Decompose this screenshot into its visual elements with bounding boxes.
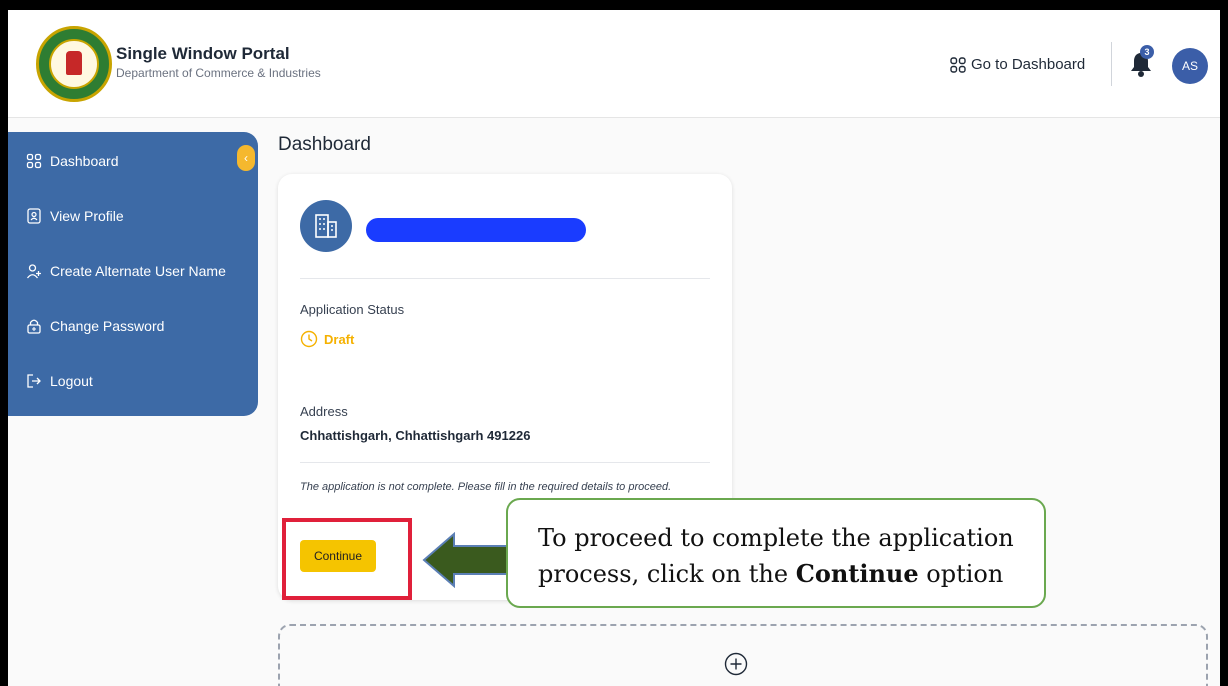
instruction-callout: To proceed to complete the application p… (506, 498, 1046, 608)
app-window: Single Window Portal Department of Comme… (8, 10, 1220, 686)
company-avatar (300, 200, 352, 252)
top-header: Single Window Portal Department of Comme… (8, 10, 1220, 118)
card-divider (300, 462, 710, 463)
incomplete-note: The application is not complete. Please … (300, 481, 672, 493)
sidebar-item-change-password[interactable]: Change Password (26, 318, 164, 334)
redacted-company-name (366, 218, 586, 242)
grid-icon (26, 153, 42, 169)
portal-title: Single Window Portal (116, 44, 290, 63)
page-title: Dashboard (278, 134, 371, 155)
callout-text-end: option (926, 560, 1004, 588)
logout-icon (27, 374, 41, 388)
card-divider (300, 278, 710, 279)
notification-count-badge: 3 (1140, 45, 1154, 59)
emblem-shield (66, 51, 82, 75)
status-badge: Draft (300, 330, 354, 348)
user-avatar[interactable]: AS (1172, 48, 1208, 84)
sidebar-item-create-alternate-user-name[interactable]: Create Alternate User Name (26, 263, 226, 279)
continue-highlight-box (282, 518, 412, 600)
add-user-icon (26, 264, 41, 279)
grid-icon (950, 56, 966, 73)
address-label: Address (300, 404, 348, 419)
chevron-left-icon: ‹ (244, 151, 248, 165)
application-status-label: Application Status (300, 302, 405, 317)
profile-icon (27, 208, 41, 224)
state-emblem-logo (36, 26, 112, 102)
lock-icon (27, 319, 41, 334)
sidebar-item-dashboard[interactable]: Dashboard (26, 153, 119, 169)
sidebar-item-view-profile[interactable]: View Profile (26, 208, 124, 224)
header-divider (1111, 42, 1112, 86)
portal-subtitle: Department of Commerce & Industries (116, 66, 321, 80)
building-icon (315, 214, 337, 238)
go-to-dashboard-link[interactable]: Go to Dashboard (950, 56, 1085, 73)
sidebar-collapse-button[interactable]: ‹ (237, 145, 255, 171)
sidebar-item-label: View Profile (50, 208, 124, 224)
sidebar-item-label: Logout (50, 373, 93, 389)
sidebar-item-logout[interactable]: Logout (26, 373, 93, 389)
emblem-inner (49, 39, 99, 89)
sidebar-item-label: Change Password (50, 318, 165, 334)
status-value: Draft (324, 331, 355, 347)
clock-icon (300, 330, 318, 348)
sidebar-item-label: Create Alternate User Name (50, 263, 226, 279)
address-value: Chhattishgarh, Chhattishgarh 491226 (300, 428, 531, 443)
plus-circle-icon[interactable] (724, 652, 748, 676)
go-to-dashboard-label: Go to Dashboard (971, 56, 1086, 73)
callout-bold-text: Continue (795, 559, 919, 588)
sidebar-item-label: Dashboard (50, 153, 119, 169)
add-application-box[interactable] (278, 624, 1208, 686)
